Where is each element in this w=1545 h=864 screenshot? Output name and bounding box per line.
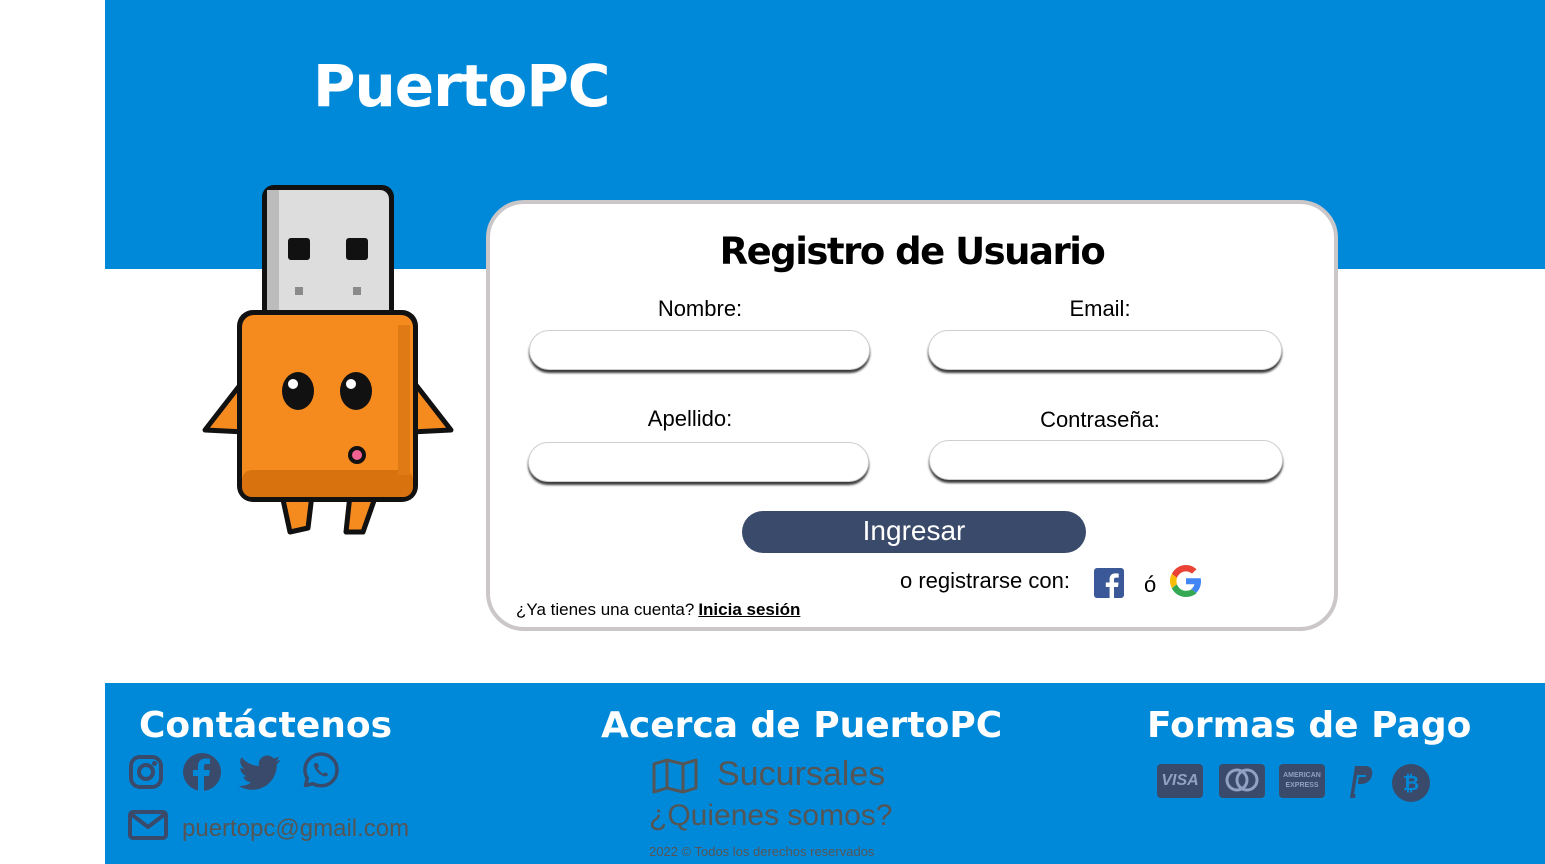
site-logo[interactable]: PuertoPC bbox=[313, 52, 610, 120]
mail-icon bbox=[128, 810, 168, 840]
bitcoin-icon: ₿ bbox=[1392, 764, 1430, 802]
form-title: Registro de Usuario bbox=[719, 230, 1106, 273]
apellido-field[interactable] bbox=[528, 442, 869, 482]
footer: Contáctenos puertopc@gmail.com Acerca de… bbox=[105, 683, 1545, 864]
email-field[interactable] bbox=[928, 330, 1282, 370]
facebook-icon[interactable] bbox=[182, 752, 222, 792]
account-question: ¿Ya tienes una cuenta? bbox=[516, 600, 695, 619]
password-field[interactable] bbox=[929, 440, 1283, 480]
nombre-label: Nombre: bbox=[657, 296, 743, 321]
login-link[interactable]: Inicia sesión bbox=[698, 600, 800, 619]
or-separator: ó bbox=[1144, 572, 1157, 597]
map-icon bbox=[652, 758, 698, 794]
copyright: 2022 © Todos los derechos reservados bbox=[649, 844, 875, 859]
registration-card: Registro de Usuario Nombre: Email: Apell… bbox=[486, 200, 1338, 631]
apellido-label: Apellido: bbox=[647, 406, 733, 431]
ingresar-button[interactable]: Ingresar bbox=[742, 511, 1086, 553]
mastercard-icon bbox=[1219, 764, 1265, 798]
whatsapp-icon[interactable] bbox=[302, 751, 340, 789]
contact-title: Contáctenos bbox=[139, 705, 393, 746]
twitter-icon[interactable] bbox=[239, 755, 281, 791]
instagram-icon[interactable] bbox=[127, 753, 165, 791]
social-register-text: o registrarse con: bbox=[900, 568, 1070, 593]
about-us-link[interactable]: ¿Quienes somos? bbox=[649, 799, 892, 833]
payment-title: Formas de Pago bbox=[1147, 705, 1472, 746]
google-login-icon[interactable] bbox=[1170, 565, 1202, 597]
visa-icon: VISA bbox=[1157, 764, 1203, 798]
paypal-icon bbox=[1350, 766, 1373, 798]
facebook-login-icon[interactable] bbox=[1094, 568, 1124, 598]
usb-mascot-illustration bbox=[202, 185, 454, 535]
contact-email[interactable]: puertopc@gmail.com bbox=[182, 815, 409, 843]
svg-text:₿: ₿ bbox=[1403, 771, 1419, 795]
account-prompt: ¿Ya tienes una cuenta? Inicia sesión bbox=[516, 600, 800, 620]
password-label: Contraseña: bbox=[1040, 407, 1160, 432]
email-label: Email: bbox=[1069, 296, 1131, 321]
branches-link[interactable]: Sucursales bbox=[717, 755, 885, 794]
about-title: Acerca de PuertoPC bbox=[601, 705, 1003, 746]
nombre-field[interactable] bbox=[529, 330, 870, 370]
amex-icon: AMERICAN EXPRESS bbox=[1279, 764, 1325, 798]
